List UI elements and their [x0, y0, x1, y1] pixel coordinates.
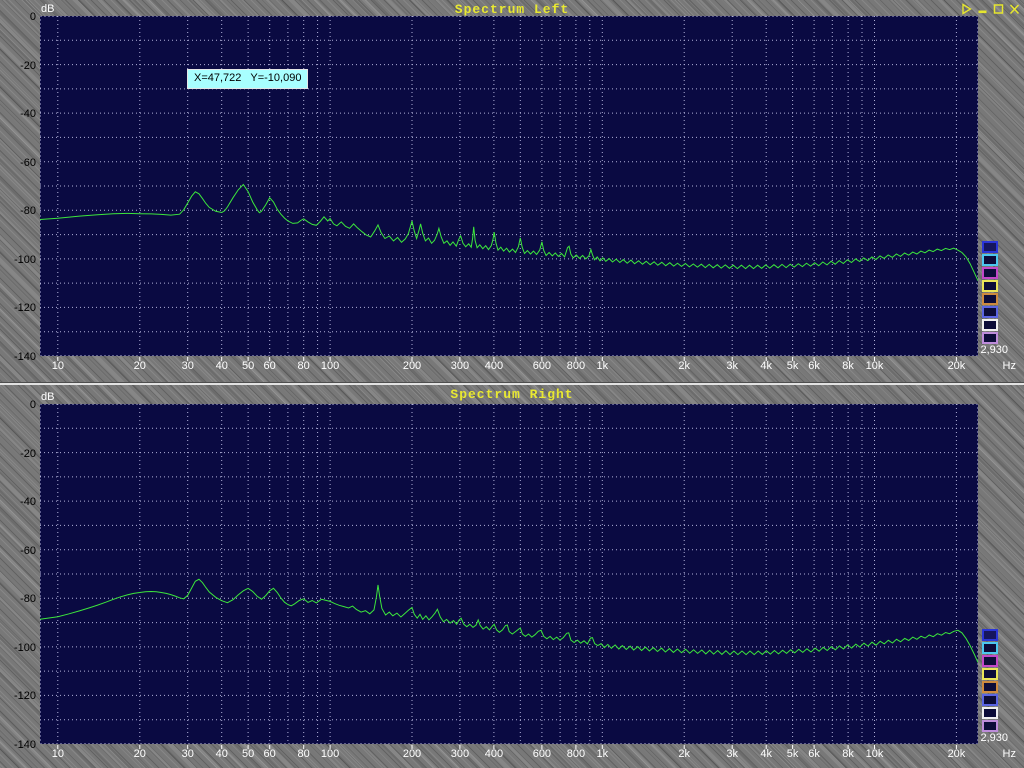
- spectrum-plot[interactable]: X=47,722 Y=-10,090: [40, 16, 978, 362]
- trace-swatch-white[interactable]: [982, 707, 998, 719]
- y-axis-tick-label: -100: [0, 254, 36, 266]
- trace-swatch-orange[interactable]: [982, 293, 998, 305]
- x-axis-tick-label: 6k: [808, 748, 820, 760]
- y-axis-tick-label: -80: [0, 593, 36, 605]
- x-axis-tick-label: 10k: [866, 748, 884, 760]
- x-axis-tick-label: 10: [52, 748, 64, 760]
- x-axis-tick-label: 30: [182, 360, 194, 372]
- restore-icon[interactable]: [961, 3, 972, 15]
- x-axis-tick-label: 300: [451, 748, 469, 760]
- spectrum-plot-canvas: [40, 404, 978, 750]
- x-axis-tick-label: 2k: [678, 360, 690, 372]
- x-axis-tick-label: 2k: [678, 748, 690, 760]
- x-axis-tick-label: 100: [321, 360, 339, 372]
- x-axis-tick-label: 40: [216, 360, 228, 372]
- x-axis-tick-label: 200: [403, 360, 421, 372]
- x-axis-tick-label: 1k: [596, 360, 608, 372]
- x-axis-tick-label: 800: [567, 360, 585, 372]
- trace-swatch-yellow[interactable]: [982, 668, 998, 680]
- x-axis-tick-label: 8k: [842, 748, 854, 760]
- x-axis-tick-label: 300: [451, 360, 469, 372]
- x-axis-unit-label: Hz: [990, 748, 1016, 760]
- y-axis-tick-label: -20: [0, 60, 36, 72]
- maximize-icon[interactable]: [993, 3, 1004, 15]
- x-axis-tick-label: 60: [264, 748, 276, 760]
- x-axis-tick-label: 80: [298, 748, 310, 760]
- x-axis-tick-label: 30: [182, 748, 194, 760]
- spectrum-plot-canvas: [40, 16, 978, 362]
- spectrum-right-panel: Spectrum Right dB 0-20-40-60-80-100-120-…: [0, 383, 1024, 768]
- y-axis-tick-label: -120: [0, 302, 36, 314]
- x-axis-tick-label: 100: [321, 748, 339, 760]
- panel-title: Spectrum Right: [0, 387, 1024, 402]
- spectrum-plot[interactable]: [40, 404, 978, 750]
- y-axis-unit-label: dB: [41, 3, 54, 15]
- x-axis-tick-label: 50: [242, 360, 254, 372]
- x-axis-tick-label: 40: [216, 748, 228, 760]
- trace-swatch-navy[interactable]: [982, 629, 998, 641]
- x-axis-tick-label: 5k: [787, 360, 799, 372]
- x-axis-tick-label: 20: [134, 360, 146, 372]
- x-axis-tick-label: 3k: [726, 748, 738, 760]
- trace-color-swatches: [982, 241, 998, 344]
- trace-swatch-cyan[interactable]: [982, 642, 998, 654]
- trace-swatch-violet[interactable]: [982, 720, 998, 732]
- trace-swatch-periwinkle[interactable]: [982, 694, 998, 706]
- y-axis-tick-label: 0: [0, 11, 36, 23]
- y-axis-tick-label: 0: [0, 399, 36, 411]
- y-axis-tick-label: -60: [0, 157, 36, 169]
- y-axis-tick-label: -20: [0, 448, 36, 460]
- x-axis-tick-label: 8k: [842, 360, 854, 372]
- trace-swatch-violet[interactable]: [982, 332, 998, 344]
- trace-swatch-yellow[interactable]: [982, 280, 998, 292]
- trace-swatch-magenta[interactable]: [982, 267, 998, 279]
- minimize-icon[interactable]: [977, 3, 988, 15]
- x-axis-tick-label: 400: [485, 360, 503, 372]
- x-axis-tick-label: 600: [533, 748, 551, 760]
- trace-swatch-white[interactable]: [982, 319, 998, 331]
- x-axis-tick-label: 50: [242, 748, 254, 760]
- x-axis-tick-label: 3k: [726, 360, 738, 372]
- y-axis-unit-label: dB: [41, 391, 54, 403]
- y-axis-tick-label: -40: [0, 496, 36, 508]
- x-axis-tick-label: 1k: [596, 748, 608, 760]
- x-axis-tick-label: 4k: [760, 360, 772, 372]
- x-axis-tick-label: 10: [52, 360, 64, 372]
- trace-swatch-navy[interactable]: [982, 241, 998, 253]
- x-axis-tick-label: 800: [567, 748, 585, 760]
- cursor-readout-tooltip: X=47,722 Y=-10,090: [187, 69, 308, 89]
- x-axis-tick-label: 10k: [866, 360, 884, 372]
- x-axis-tick-label: 20k: [948, 748, 966, 760]
- x-axis-tick-label: 60: [264, 360, 276, 372]
- x-axis-tick-label: 200: [403, 748, 421, 760]
- trace-color-swatches: [982, 629, 998, 732]
- x-axis-unit-label: Hz: [990, 360, 1016, 372]
- x-axis-tick-label: 20k: [948, 360, 966, 372]
- x-axis-tick-label: 80: [298, 360, 310, 372]
- x-axis-tick-label: 5k: [787, 748, 799, 760]
- y-axis-tick-label: -120: [0, 690, 36, 702]
- x-axis-tick-label: 600: [533, 360, 551, 372]
- frequency-readout: 2,930: [974, 344, 1008, 356]
- trace-swatch-cyan[interactable]: [982, 254, 998, 266]
- trace-swatch-periwinkle[interactable]: [982, 306, 998, 318]
- x-axis-tick-label: 4k: [760, 748, 772, 760]
- x-axis-labels: 10 20 30 40 50 60 80 100 200 300 400 600 800 1k 2k 3k 4k…: [0, 748, 1024, 762]
- y-axis-tick-label: -40: [0, 108, 36, 120]
- x-axis-tick-label: 400: [485, 748, 503, 760]
- panel-title: Spectrum Left: [0, 2, 1024, 17]
- x-axis-tick-label: 20: [134, 748, 146, 760]
- trace-swatch-magenta[interactable]: [982, 655, 998, 667]
- frequency-readout: 2,930: [974, 732, 1008, 744]
- x-axis-labels: 10 20 30 40 50 60 80 100 200 300 400 600 800 1k 2k 3k 4k…: [0, 360, 1024, 374]
- y-axis-tick-label: -100: [0, 642, 36, 654]
- y-axis-tick-label: -60: [0, 545, 36, 557]
- close-icon[interactable]: [1009, 3, 1020, 15]
- window-controls: [961, 3, 1020, 15]
- x-axis-tick-label: 6k: [808, 360, 820, 372]
- trace-swatch-orange[interactable]: [982, 681, 998, 693]
- spectrum-left-panel: Spectrum Left dB 0-20-40-60-80-100-120-1…: [0, 0, 1024, 383]
- y-axis-tick-label: -80: [0, 205, 36, 217]
